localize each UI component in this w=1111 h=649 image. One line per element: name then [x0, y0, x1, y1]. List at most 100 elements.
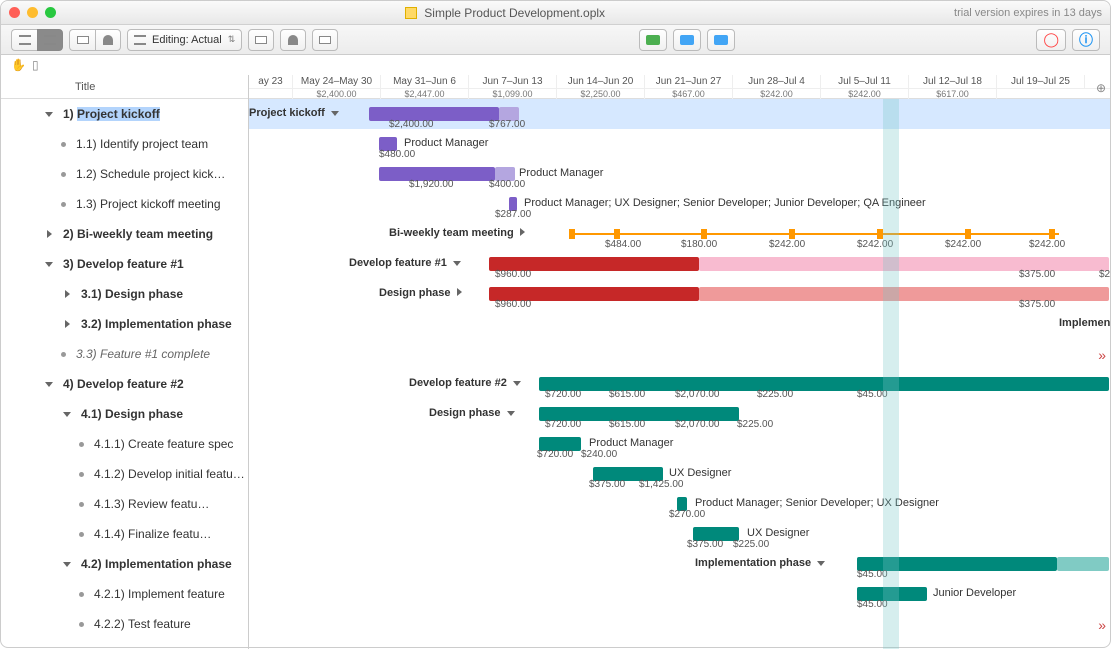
- outline-row-4.1.3[interactable]: 4.1.3) Review featu…: [1, 489, 248, 519]
- outline-row-4.1.1[interactable]: 4.1.1) Create feature spec: [1, 429, 248, 459]
- disclosure-right-icon[interactable]: [61, 318, 73, 330]
- info-button[interactable]: ⓘ: [1072, 29, 1100, 51]
- gantt-row[interactable]: Junior Developer$45.00: [249, 579, 1110, 609]
- outline-row-1.3[interactable]: 1.3) Project kickoff meeting: [1, 189, 248, 219]
- blue-action-1-button[interactable]: [673, 29, 701, 51]
- disclosure-right-icon[interactable]: [61, 288, 73, 300]
- outline-row-3.1[interactable]: 3.1) Design phase: [1, 279, 248, 309]
- date-col: Jul 12–Jul 18: [909, 75, 997, 88]
- gantt-row[interactable]: UX Designer$375.00$225.00: [249, 519, 1110, 549]
- gantt-row[interactable]: Product Manager$1,920.00$400.00: [249, 159, 1110, 189]
- gantt-row[interactable]: Product Manager$720.00$240.00: [249, 429, 1110, 459]
- gantt-row[interactable]: Product Manager$480.00: [249, 129, 1110, 159]
- gantt-bar[interactable]: [1057, 557, 1109, 571]
- editing-mode-select[interactable]: Editing: Actual ⇅: [127, 29, 242, 51]
- date-col: Jun 28–Jul 4: [733, 75, 821, 88]
- disclosure-down-icon[interactable]: [43, 258, 55, 270]
- blue-action-2-button[interactable]: [707, 29, 735, 51]
- task-number: 1.1): [76, 137, 100, 151]
- zoom-icon[interactable]: ⊕: [1096, 81, 1106, 95]
- overflow-right-icon[interactable]: »: [1098, 617, 1106, 633]
- disclosure-right-icon[interactable]: [43, 228, 55, 240]
- zoom-icon[interactable]: [45, 7, 56, 18]
- gantt-row-label: Design phase: [379, 287, 462, 299]
- outline-row-4.2.1[interactable]: 4.2.1) Implement feature: [1, 579, 248, 609]
- gantt-panel[interactable]: ay 23May 24–May 30May 31–Jun 6Jun 7–Jun …: [249, 75, 1110, 649]
- view-mode-2-button[interactable]: [37, 29, 63, 51]
- record-button[interactable]: ◯: [1036, 29, 1066, 51]
- gantt-row[interactable]: Product Manager; Senior Developer; UX De…: [249, 489, 1110, 519]
- close-icon[interactable]: [9, 7, 20, 18]
- overflow-right-icon[interactable]: »: [1098, 347, 1106, 363]
- outline-row-4.1.2[interactable]: 4.1.2) Develop initial featu…: [1, 459, 248, 489]
- expand-icon[interactable]: [817, 561, 825, 566]
- gantt-row[interactable]: Implemen: [249, 309, 1110, 339]
- gantt-row[interactable]: Project kickoff $2,400.00$767.00: [249, 99, 1110, 129]
- disclosure-down-icon[interactable]: [61, 408, 73, 420]
- milestone-button[interactable]: [312, 29, 338, 51]
- outline-row-4.2[interactable]: 4.2) Implementation phase: [1, 549, 248, 579]
- outline-row-3.3[interactable]: 3.3) Feature #1 complete: [1, 339, 248, 369]
- disclosure-down-icon[interactable]: [43, 378, 55, 390]
- group-1-button[interactable]: [69, 29, 95, 51]
- expand-icon[interactable]: [513, 381, 521, 386]
- outline-row-3.2[interactable]: 3.2) Implementation phase: [1, 309, 248, 339]
- gantt-row[interactable]: Develop feature #1 $960.00$375.00$2: [249, 249, 1110, 279]
- outline-panel[interactable]: Title 1) Project kickoff1.1) Identify pr…: [1, 75, 249, 649]
- group-2-button[interactable]: [95, 29, 121, 51]
- gantt-row[interactable]: Develop feature #2 $720.00$615.00$2,070.…: [249, 369, 1110, 399]
- gantt-body[interactable]: Project kickoff $2,400.00$767.00Product …: [249, 99, 1110, 649]
- outline-row-3[interactable]: 3) Develop feature #1: [1, 249, 248, 279]
- recurring-tick[interactable]: [614, 229, 620, 239]
- gantt-row-label: Develop feature #1: [349, 257, 461, 269]
- bullet-icon: [79, 502, 84, 507]
- outline-row-2[interactable]: 2) Bi-weekly team meeting: [1, 219, 248, 249]
- task-number: 4.1): [81, 407, 105, 421]
- gantt-row-label: Develop feature #2: [409, 377, 521, 389]
- expand-icon[interactable]: [507, 411, 515, 416]
- green-icon: [646, 35, 660, 45]
- window-title: Simple Product Development.oplx: [56, 6, 954, 20]
- green-action-button[interactable]: [639, 29, 667, 51]
- gantt-row[interactable]: Bi-weekly team meeting $484.00$180.00$24…: [249, 219, 1110, 249]
- gantt-row[interactable]: Design phase $720.00$615.00$2,070.00$225…: [249, 399, 1110, 429]
- gantt-row[interactable]: »: [249, 339, 1110, 369]
- add-task-button[interactable]: [248, 29, 274, 51]
- page-icon[interactable]: ▯: [32, 58, 39, 72]
- outline-row-1[interactable]: 1) Project kickoff: [1, 99, 248, 129]
- expand-icon[interactable]: [331, 111, 339, 116]
- outline-row-4.2.2[interactable]: 4.2.2) Test feature: [1, 609, 248, 639]
- add-resource-button[interactable]: [280, 29, 306, 51]
- gantt-row[interactable]: Implementation phase $45.00: [249, 549, 1110, 579]
- gantt-row[interactable]: Product Manager; UX Designer; Senior Dev…: [249, 189, 1110, 219]
- bar-text: Product Manager: [404, 137, 488, 149]
- task-title: Schedule project kick…: [100, 167, 225, 181]
- hand-icon[interactable]: ✋: [11, 58, 26, 72]
- gantt-row[interactable]: UX Designer$375.00$1,425.00: [249, 459, 1110, 489]
- recurring-tick[interactable]: [569, 229, 575, 239]
- expand-icon[interactable]: [520, 228, 525, 236]
- gantt-row[interactable]: »: [249, 609, 1110, 639]
- record-icon: ◯: [1043, 31, 1059, 48]
- disclosure-down-icon[interactable]: [61, 558, 73, 570]
- recurring-tick[interactable]: [789, 229, 795, 239]
- outline-row-4.1[interactable]: 4.1) Design phase: [1, 399, 248, 429]
- view-mode-1-button[interactable]: [11, 29, 37, 51]
- recurring-tick[interactable]: [1049, 229, 1055, 239]
- minimize-icon[interactable]: [27, 7, 38, 18]
- recurring-tick[interactable]: [965, 229, 971, 239]
- outline-row-4.1.4[interactable]: 4.1.4) Finalize featu…: [1, 519, 248, 549]
- recurring-tick[interactable]: [701, 229, 707, 239]
- gantt-view-icon: [44, 35, 56, 45]
- cost-col: $617.00: [909, 89, 997, 99]
- cost-col: $2,447.00: [381, 89, 469, 99]
- gantt-row[interactable]: Design phase $960.00$375.00: [249, 279, 1110, 309]
- task-number: 4.2.1): [94, 587, 128, 601]
- disclosure-down-icon[interactable]: [43, 108, 55, 120]
- expand-icon[interactable]: [453, 261, 461, 266]
- task-number: 1): [63, 107, 77, 121]
- outline-row-1.1[interactable]: 1.1) Identify project team: [1, 129, 248, 159]
- outline-row-4[interactable]: 4) Develop feature #2: [1, 369, 248, 399]
- expand-icon[interactable]: [457, 288, 462, 296]
- outline-row-1.2[interactable]: 1.2) Schedule project kick…: [1, 159, 248, 189]
